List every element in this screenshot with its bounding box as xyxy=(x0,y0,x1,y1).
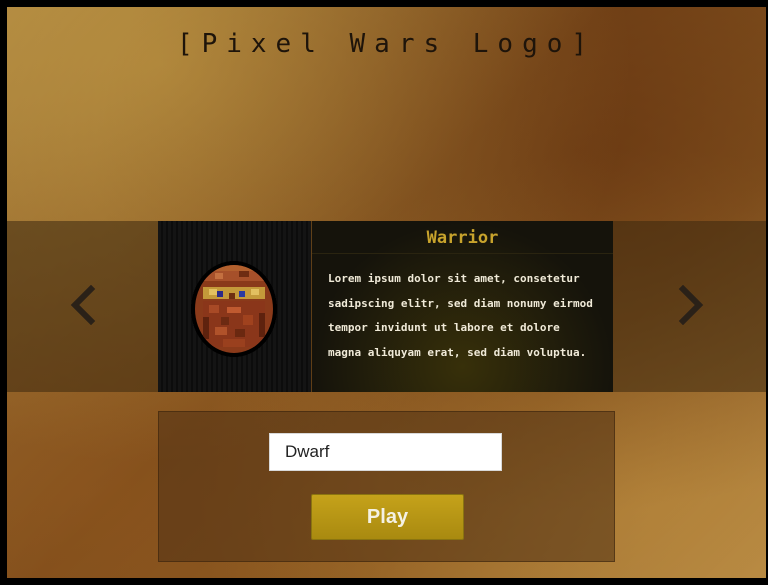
description-line: Lorem ipsum dolor sit amet, consetetur xyxy=(328,272,580,285)
class-info-panel: Warrior Lorem ipsum dolor sit amet, cons… xyxy=(312,221,613,392)
class-description: Lorem ipsum dolor sit amet, consetetur s… xyxy=(328,267,608,365)
next-class-button[interactable] xyxy=(671,275,711,335)
class-title: Warrior xyxy=(312,221,613,254)
game-logo: [Pixel Wars Logo] xyxy=(176,29,597,59)
description-line: sadipscing elitr, sed diam nonumy eirmod xyxy=(328,296,593,310)
dwarf-warrior-portrait xyxy=(191,261,277,357)
chevron-right-icon xyxy=(678,285,704,325)
previous-class-button[interactable] xyxy=(63,275,103,335)
description-line: tempor invidunt ut labore et dolore xyxy=(328,321,560,334)
play-button[interactable]: Play xyxy=(311,494,464,540)
class-portrait-panel xyxy=(158,221,311,392)
player-name-input[interactable] xyxy=(269,433,502,471)
player-form: Play xyxy=(158,411,615,562)
description-line: magna aliquyam erat, sed diam voluptua. xyxy=(328,345,587,359)
game-screen: [Pixel Wars Logo] Warrior Lorem ipsum do… xyxy=(7,7,766,578)
chevron-left-icon xyxy=(70,285,96,325)
